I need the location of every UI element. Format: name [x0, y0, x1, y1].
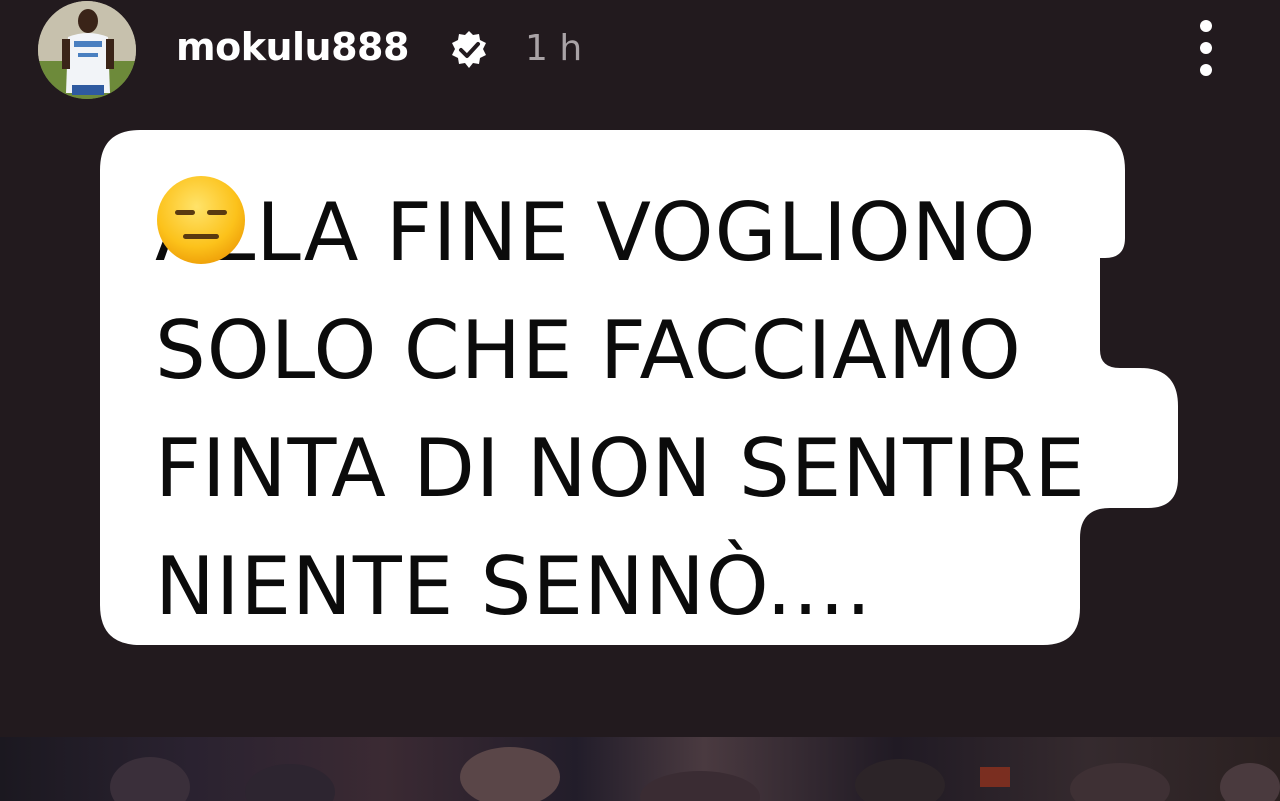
expressionless-face-emoji-icon	[157, 176, 974, 633]
more-vertical-icon-dot	[1200, 42, 1212, 54]
sticker-line-text: ALLA FINE VOGLIONO	[155, 186, 1037, 279]
sticker-line-2: SOLO CHE FACCIAMO	[155, 292, 1086, 410]
sticker-line-1: ALLA FINE VOGLIONO	[155, 174, 1086, 292]
sticker-line-text: SOLO CHE FACCIAMO	[155, 304, 1022, 397]
more-options-button[interactable]	[1186, 18, 1226, 78]
story-viewer[interactable]: mokulu888 1 h ALLA FINE VOGLIONO SOLO CH…	[0, 0, 1280, 801]
avatar[interactable]	[38, 1, 136, 99]
avatar-photo	[38, 1, 136, 99]
sticker-text: ALLA FINE VOGLIONO SOLO CHE FACCIAMO FIN…	[155, 174, 1086, 646]
verified-badge-icon	[449, 30, 489, 70]
story-header: mokulu888 1 h	[0, 0, 1280, 100]
more-vertical-icon	[1200, 20, 1212, 32]
crowd-photo-fragment	[110, 747, 1280, 801]
username[interactable]: mokulu888	[176, 22, 409, 72]
background-photo	[0, 737, 1280, 801]
sticker-line-3: FINTA DI NON SENTIRE	[155, 410, 1086, 528]
post-timestamp: 1 h	[525, 28, 583, 69]
text-sticker: ALLA FINE VOGLIONO SOLO CHE FACCIAMO FIN…	[100, 130, 1180, 645]
sticker-line-4: NIENTE SENNÒ....	[155, 176, 1086, 646]
sticker-line-text: NIENTE SENNÒ....	[155, 540, 873, 633]
more-vertical-icon-dot	[1200, 64, 1212, 76]
sticker-line-text: FINTA DI NON SENTIRE	[155, 422, 1086, 515]
